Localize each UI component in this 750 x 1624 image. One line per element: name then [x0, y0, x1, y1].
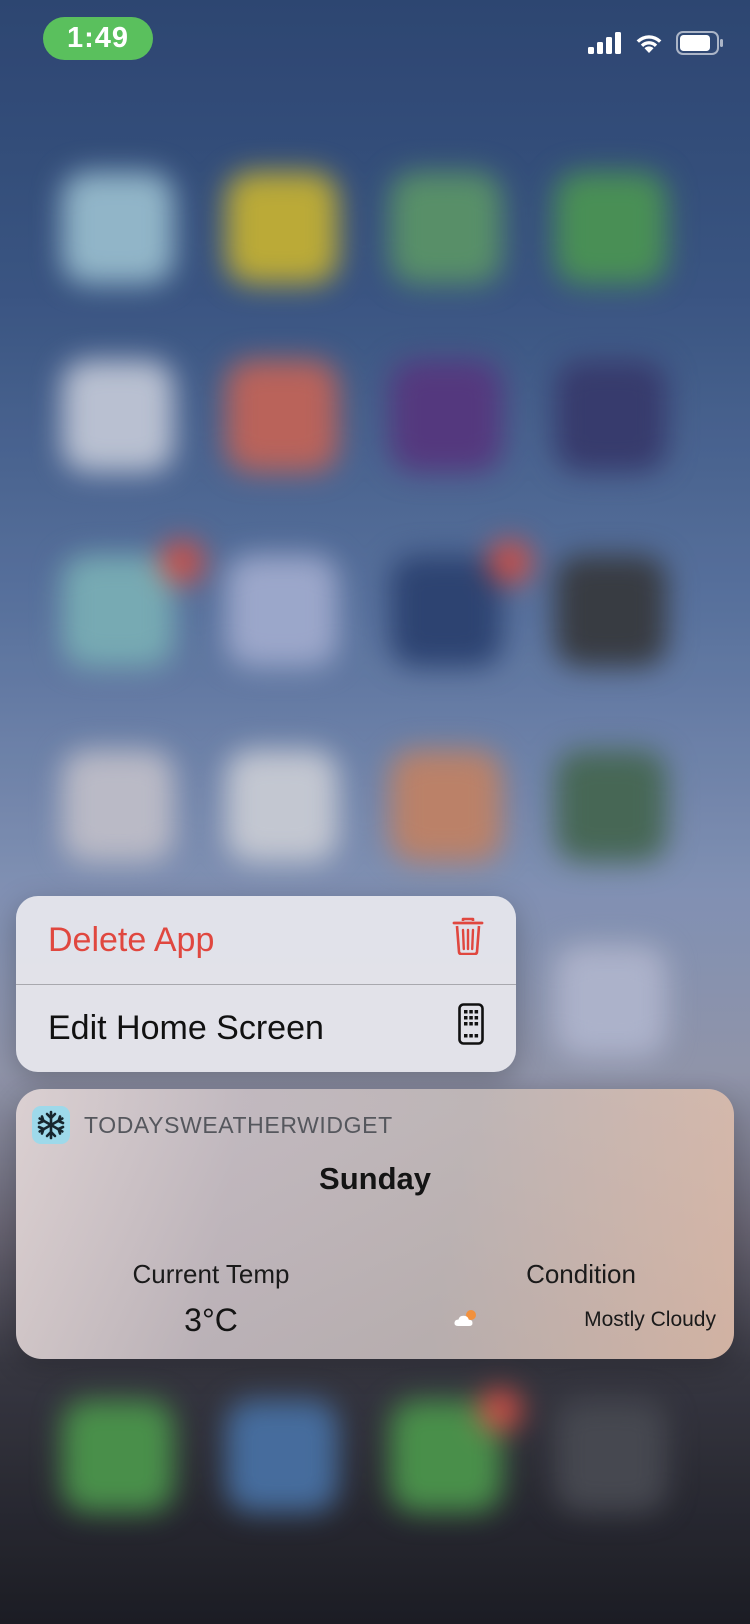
status-time[interactable]: 1:49: [43, 17, 153, 60]
condition-row: Mostly Cloudy: [426, 1300, 716, 1340]
condition-block: Condition Mostly Cloudy: [426, 1259, 716, 1340]
widget-app-name: TODAYSWEATHERWIDGET: [84, 1111, 393, 1138]
widget-header: TODAYSWEATHERWIDGET: [32, 1105, 393, 1145]
cellular-signal-icon: [588, 31, 622, 59]
partly-cloudy-icon: [454, 1308, 480, 1333]
status-icons: [588, 30, 724, 60]
condition-value: Mostly Cloudy: [584, 1308, 716, 1331]
background-dim: [0, 0, 750, 1624]
app-context-menu: Delete App Edit Home Screen: [16, 896, 516, 1072]
trash-icon: [452, 917, 484, 964]
edit-home-screen-label: Edit Home Screen: [48, 1008, 324, 1047]
delete-app-label: Delete App: [48, 920, 215, 959]
condition-label: Condition: [526, 1259, 636, 1289]
current-temp-label: Current Temp: [132, 1259, 290, 1289]
phone-grid-icon: [458, 1002, 484, 1054]
current-temp-block: Current Temp 3°C: [96, 1259, 326, 1339]
weather-widget[interactable]: TODAYSWEATHERWIDGET Sunday Current Temp …: [16, 1089, 734, 1359]
battery-icon: [676, 30, 724, 60]
status-bar: 1:49: [0, 0, 750, 80]
widget-day: Sunday: [319, 1161, 431, 1196]
delete-app-menu-item[interactable]: Delete App: [16, 896, 516, 984]
snowflake-icon: [32, 1106, 70, 1144]
wifi-icon: [634, 32, 664, 59]
current-temp-value: 3°C: [184, 1302, 238, 1338]
edit-home-screen-menu-item[interactable]: Edit Home Screen: [16, 984, 516, 1072]
